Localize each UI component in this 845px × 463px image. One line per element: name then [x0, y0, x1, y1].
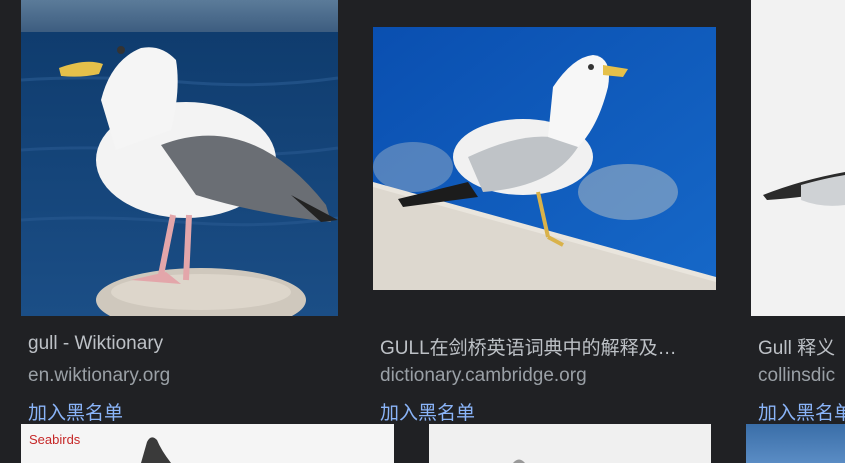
result-thumbnail-gull-on-ledge[interactable]: [373, 27, 716, 290]
result-card-cambridge[interactable]: GULL在剑桥英语词典中的解释及… dictionary.cambridge.o…: [360, 0, 730, 425]
result-card-wiktionary[interactable]: gull - Wiktionary en.wiktionary.org 加入黑名…: [0, 0, 350, 425]
add-to-blocklist-link[interactable]: 加入黑名单: [380, 398, 530, 425]
gull-flying-image: [751, 0, 845, 316]
result-thumbnail-gull-flying[interactable]: [751, 0, 845, 316]
image-results-grid: gull - Wiktionary en.wiktionary.org 加入黑名…: [0, 0, 845, 463]
gull-image-2: [513, 459, 525, 463]
gull-image-3: [746, 424, 845, 463]
add-to-blocklist-link[interactable]: 加入黑名单: [758, 398, 845, 425]
result-title[interactable]: gull - Wiktionary: [28, 333, 338, 355]
result-thumbnail-seabirds[interactable]: Seabirds: [21, 424, 394, 463]
result-card-collins[interactable]: Gull 释义 collinsdic 加入黑名单: [745, 0, 845, 425]
result-domain: en.wiktionary.org: [28, 365, 171, 386]
seabird-image: [141, 437, 171, 463]
add-to-blocklist-link[interactable]: 加入黑名单: [28, 398, 178, 425]
result-domain: collinsdic: [758, 365, 836, 386]
result-title[interactable]: Gull 释义: [758, 333, 845, 360]
result-thumbnail-gull-3[interactable]: [746, 424, 845, 463]
result-thumbnail-gull-on-rock[interactable]: [21, 0, 338, 316]
result-domain: dictionary.cambridge.org: [380, 365, 587, 386]
gull-on-ledge-image: [373, 27, 716, 290]
gull-on-rock-image: [21, 0, 338, 316]
result-title[interactable]: GULL在剑桥英语词典中的解释及…: [380, 333, 705, 360]
result-thumbnail-gull-2[interactable]: [429, 424, 711, 463]
